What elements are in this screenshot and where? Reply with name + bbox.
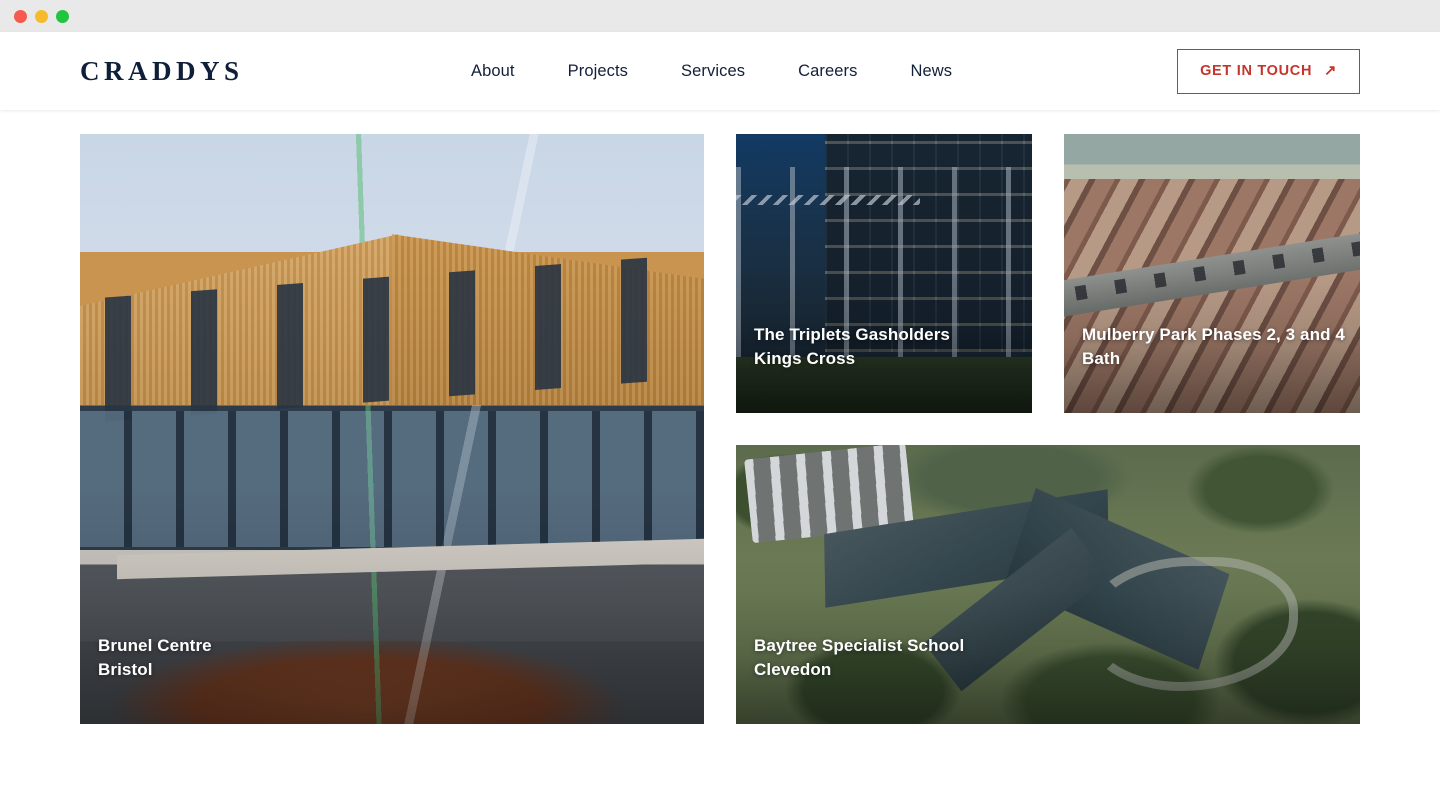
arrow-up-right-icon: ↗ bbox=[1324, 62, 1337, 79]
project-card-baytree-specialist-school[interactable]: Baytree Specialist School Clevedon bbox=[736, 445, 1360, 724]
nav-item-projects[interactable]: Projects bbox=[568, 54, 628, 89]
project-card-triplets-gasholders[interactable]: The Triplets Gasholders Kings Cross bbox=[736, 134, 1032, 413]
project-image-brunel-centre bbox=[80, 134, 704, 724]
project-image-mulberry-park bbox=[1064, 134, 1360, 413]
project-card-mulberry-park[interactable]: Mulberry Park Phases 2, 3 and 4 Bath bbox=[1064, 134, 1360, 413]
project-image-baytree-specialist-school bbox=[736, 445, 1360, 724]
window-zoom-button[interactable] bbox=[56, 9, 69, 23]
project-gallery: Brunel Centre Bristol The Triplets Gasho… bbox=[0, 110, 1440, 810]
project-grid: Brunel Centre Bristol The Triplets Gasho… bbox=[80, 134, 1360, 724]
window-minimize-button[interactable] bbox=[35, 9, 48, 23]
browser-title-bar bbox=[0, 0, 1440, 32]
site-header: CRADDYS About Projects Services Careers … bbox=[0, 32, 1440, 110]
get-in-touch-button[interactable]: GET IN TOUCH ↗ bbox=[1177, 48, 1360, 94]
main-navigation: About Projects Services Careers News bbox=[471, 54, 952, 89]
nav-item-careers[interactable]: Careers bbox=[798, 54, 857, 89]
site-logo[interactable]: CRADDYS bbox=[80, 56, 244, 87]
nav-item-news[interactable]: News bbox=[911, 54, 953, 89]
project-card-brunel-centre[interactable]: Brunel Centre Bristol bbox=[80, 134, 704, 724]
get-in-touch-label: GET IN TOUCH bbox=[1200, 63, 1313, 79]
window-close-button[interactable] bbox=[14, 9, 27, 23]
project-image-triplets-gasholders bbox=[736, 134, 1032, 413]
nav-item-services[interactable]: Services bbox=[681, 54, 745, 89]
nav-item-about[interactable]: About bbox=[471, 54, 515, 89]
